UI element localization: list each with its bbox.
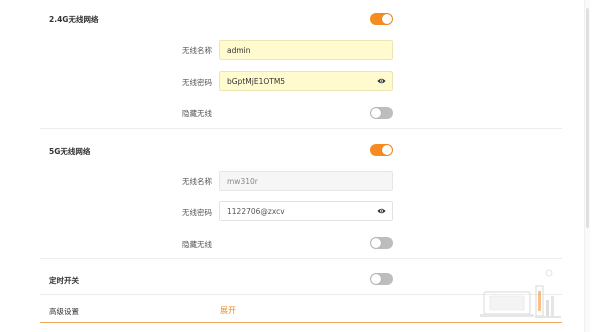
eye-icon[interactable] bbox=[377, 207, 386, 215]
toggle-knob bbox=[371, 274, 381, 284]
wifi5-password-value: 1122706@zxcv bbox=[227, 206, 285, 216]
wifi24-name-value: admin bbox=[227, 45, 251, 55]
timer-section-title: 定时开关 bbox=[49, 276, 79, 285]
toggle-knob bbox=[371, 108, 381, 118]
advanced-expand-link[interactable]: 展开 bbox=[220, 305, 236, 316]
wifi5-name-input[interactable]: mw310r bbox=[219, 171, 393, 191]
wifi5-name-label: 无线名称 bbox=[182, 177, 212, 186]
section-divider bbox=[40, 128, 562, 129]
wifi24-password-input[interactable]: bGptMjE1OTM5 bbox=[219, 71, 393, 91]
wifi5-hide-label: 隐藏无线 bbox=[182, 240, 212, 249]
toggle-knob bbox=[382, 14, 392, 24]
section-divider bbox=[40, 258, 562, 259]
eye-icon[interactable] bbox=[377, 77, 386, 85]
timer-toggle[interactable] bbox=[370, 273, 393, 285]
wifi5-hide-toggle[interactable] bbox=[370, 237, 393, 249]
toggle-knob bbox=[382, 145, 392, 155]
toggle-knob bbox=[371, 238, 381, 248]
wifi24-section-title: 2.4G无线网络 bbox=[49, 15, 99, 24]
wifi5-section-title: 5G无线网络 bbox=[49, 147, 91, 156]
wifi24-password-label: 无线密码 bbox=[182, 78, 212, 87]
advanced-settings-label: 高级设置 bbox=[49, 307, 79, 316]
scrollbar-thumb[interactable] bbox=[586, 8, 589, 228]
wifi5-name-value: mw310r bbox=[227, 176, 258, 186]
router-illustration-icon bbox=[480, 269, 561, 318]
wifi24-password-value: bGptMjE1OTM5 bbox=[227, 76, 286, 86]
wifi24-hide-toggle[interactable] bbox=[370, 107, 393, 119]
wifi5-enable-toggle[interactable] bbox=[370, 144, 393, 156]
wifi24-name-label: 无线名称 bbox=[182, 46, 212, 55]
wifi24-hide-label: 隐藏无线 bbox=[182, 109, 212, 118]
wifi5-password-input[interactable]: 1122706@zxcv bbox=[219, 201, 393, 221]
wifi24-name-input[interactable]: admin bbox=[219, 40, 393, 60]
wifi5-password-label: 无线密码 bbox=[182, 208, 212, 217]
wifi24-enable-toggle[interactable] bbox=[370, 13, 393, 25]
